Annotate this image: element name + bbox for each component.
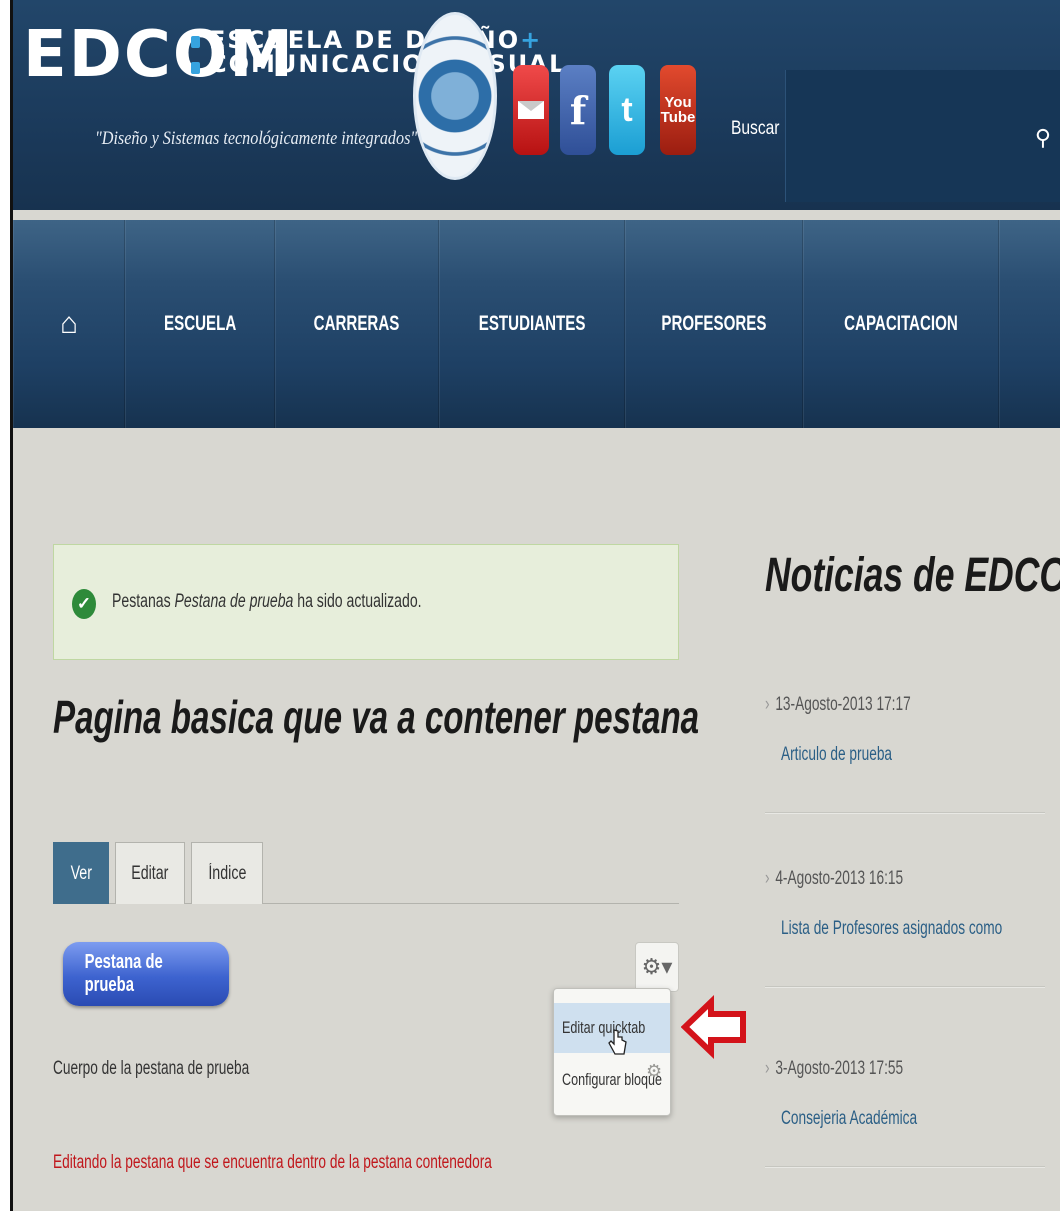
tab-editar[interactable]: Editar: [115, 842, 185, 904]
site-header: EDCOM ESCUELA DE DISEÑO+ COMUNICACION VI…: [13, 0, 1060, 210]
email-icon[interactable]: [513, 65, 549, 155]
facebook-icon[interactable]: f: [560, 65, 596, 155]
news-item: › 4-Agosto-2013 16:15 Lista de Profesores…: [765, 868, 1055, 940]
news-date-text: 13-Agosto-2013 17:17: [775, 694, 911, 715]
gear-icon: ⚙: [646, 1061, 663, 1081]
gear-icon[interactable]: ⚙▾: [635, 942, 679, 992]
divider: [765, 986, 1045, 988]
search-box: ⚲: [785, 70, 1060, 202]
nav-item-escuela[interactable]: ESCUELA: [125, 220, 275, 428]
checkmark-icon: ✓: [72, 589, 96, 619]
news-date-text: 3-Agosto-2013 17:55: [775, 1058, 904, 1079]
divider: [765, 1166, 1045, 1168]
tab-ver[interactable]: Ver: [53, 842, 109, 904]
logo-subtitle: ESCUELA DE DISEÑO+ COMUNICACION VISUAL: [209, 28, 566, 76]
nav-label: CARRERAS: [314, 312, 400, 335]
news-date-text: 4-Agosto-2013 16:15: [775, 868, 904, 889]
quicktab-button-label: Pestana de prueba: [84, 951, 163, 996]
page-frame: EDCOM ESCUELA DE DISEÑO+ COMUNICACION VI…: [10, 0, 1060, 1211]
home-icon: ⌂: [59, 307, 79, 340]
twitter-icon[interactable]: t: [609, 65, 645, 155]
message-prefix: Pestanas: [112, 591, 175, 612]
news-date: › 4-Agosto-2013 16:15: [765, 868, 974, 890]
tagline: "Diseño y Sistemas tecnológicamente inte…: [95, 128, 418, 149]
tab-label: Índice: [207, 862, 247, 884]
sidebar-title: Noticias de EDCOM: [765, 549, 1060, 602]
news-item: › 13-Agosto-2013 17:17 Articulo de prueba: [765, 694, 1055, 766]
hand-cursor-icon: [608, 1029, 627, 1055]
news-date: › 13-Agosto-2013 17:17: [765, 694, 974, 716]
youtube-text-2: Tube: [660, 109, 696, 126]
chevron-right-icon: ›: [765, 868, 770, 889]
status-message: ✓ Pestanas Pestana de prueba ha sido act…: [53, 544, 679, 660]
tab-label: Ver: [70, 862, 92, 884]
search-icon[interactable]: ⚲: [1035, 125, 1051, 151]
nav-item-profesores[interactable]: PROFESORES: [625, 220, 803, 428]
youtube-icon[interactable]: You Tube: [660, 65, 696, 155]
chevron-right-icon: ›: [765, 1058, 770, 1079]
nav-item-estudiantes[interactable]: ESTUDIANTES: [439, 220, 625, 428]
nav-home[interactable]: ⌂: [13, 220, 125, 428]
nav-item-capacitacion[interactable]: CAPACITACION: [803, 220, 999, 428]
nav-label: CAPACITACION: [844, 312, 958, 335]
editing-note: Editando la pestana que se encuentra den…: [53, 1152, 492, 1173]
message-name: Pestana de prueba: [174, 591, 294, 612]
red-arrow-icon: [681, 994, 746, 1060]
message-suffix: ha sido actualizado.: [293, 591, 422, 612]
espol-seal-icon: [413, 12, 497, 180]
nav-item-carreras[interactable]: CARRERAS: [275, 220, 439, 428]
search-label: Buscar: [731, 118, 780, 139]
main-nav: ⌂ ESCUELA CARRERAS ESTUDIANTES PROFESORE…: [13, 220, 1060, 428]
nav-label: ESTUDIANTES: [478, 312, 586, 335]
news-link[interactable]: Consejeria Académica: [781, 1108, 978, 1130]
news-item: › 3-Agosto-2013 17:55 Consejeria Académic…: [765, 1058, 1055, 1130]
nav-label: PROFESORES: [661, 312, 767, 335]
news-link[interactable]: Articulo de prueba: [781, 744, 978, 766]
page-tabs: Ver Editar Índice: [53, 842, 679, 904]
logo-dots: [191, 36, 201, 86]
page-title: Pagina basica que va a contener pestana: [53, 691, 700, 743]
nav-label: ESCUELA: [163, 312, 237, 335]
chevron-right-icon: ›: [765, 694, 770, 715]
divider: [765, 812, 1045, 814]
nav-spacer: [999, 220, 1060, 428]
news-link[interactable]: Lista de Profesores asignados como: [781, 918, 1002, 940]
status-message-text: Pestanas Pestana de prueba ha sido actua…: [112, 591, 422, 613]
news-date: › 3-Agosto-2013 17:55: [765, 1058, 974, 1080]
tab-indice[interactable]: Índice: [191, 842, 263, 904]
tab-label: Editar: [131, 862, 169, 884]
search-input[interactable]: [792, 70, 1022, 202]
tab-body-text: Cuerpo de la pestana de prueba: [53, 1058, 250, 1079]
menu-item-label: Editar quicktab: [562, 1018, 646, 1037]
quicktab-button[interactable]: Pestana de prueba: [63, 942, 229, 1006]
